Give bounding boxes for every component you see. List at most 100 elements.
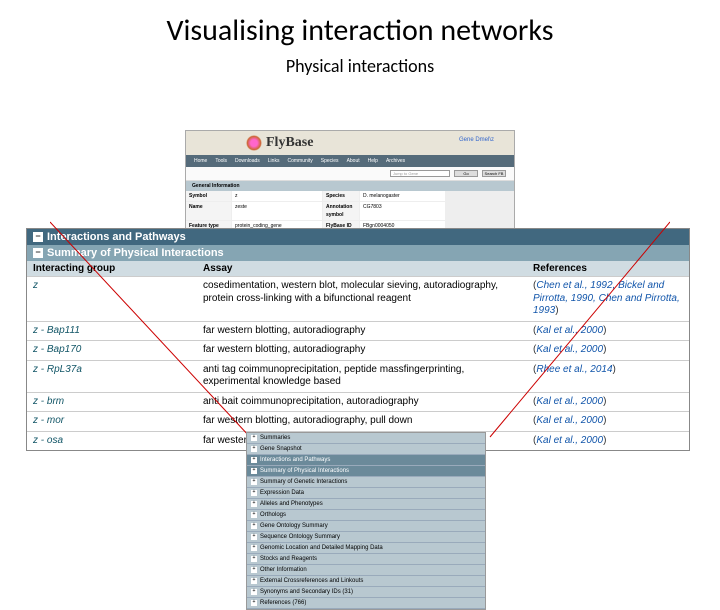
- section-physical-interactions[interactable]: − Summary of Physical Interactions: [27, 245, 689, 261]
- mini-section-row[interactable]: +Interactions and Pathways: [247, 455, 485, 466]
- mini-section-row[interactable]: +Orthologs: [247, 510, 485, 521]
- nav-item[interactable]: About: [347, 158, 360, 164]
- info-label: Species: [323, 191, 359, 201]
- cell-references[interactable]: (Chen et al., 1992, Bickel and Pirrotta,…: [527, 277, 689, 321]
- collapse-icon[interactable]: −: [33, 232, 43, 242]
- cell-group[interactable]: z - osa: [27, 432, 197, 451]
- table-row: z - brmanti bait coimmunoprecipitation, …: [27, 392, 689, 412]
- flybase-logo-icon: [246, 135, 262, 151]
- flybase-screenshot: FlyBase Gene Dmel\z Home Tools Downloads…: [185, 130, 515, 242]
- expand-icon[interactable]: +: [251, 457, 257, 463]
- cell-references[interactable]: (Kal et al., 2000): [527, 322, 689, 341]
- info-label: Name: [186, 202, 231, 220]
- flybase-header: FlyBase Gene Dmel\z: [186, 131, 514, 155]
- cell-assay: far western blotting, autoradiography, p…: [197, 412, 527, 431]
- cell-group[interactable]: z - mor: [27, 412, 197, 431]
- col-references: References: [527, 261, 689, 276]
- general-info-header: General Information: [186, 181, 514, 191]
- table-row: z - Bap111far western blotting, autoradi…: [27, 321, 689, 341]
- section-interactions-pathways[interactable]: − Interactions and Pathways: [27, 229, 689, 245]
- mini-section-row[interactable]: +Sequence Ontology Summary: [247, 532, 485, 543]
- expand-icon[interactable]: +: [251, 468, 257, 474]
- mini-section-row[interactable]: +External Crossreferences and Linkouts: [247, 576, 485, 587]
- cell-references[interactable]: (Kal et al., 2000): [527, 412, 689, 431]
- cell-assay: anti bait coimmunoprecipitation, autorad…: [197, 393, 527, 412]
- nav-item[interactable]: Species: [321, 158, 339, 164]
- nav-item[interactable]: Archives: [386, 158, 405, 164]
- info-label: Annotation symbol: [323, 202, 359, 220]
- mini-section-row[interactable]: +Summary of Physical Interactions: [247, 466, 485, 477]
- nav-item[interactable]: Downloads: [235, 158, 260, 164]
- info-label: Symbol: [186, 191, 231, 201]
- collapse-icon[interactable]: −: [33, 248, 43, 258]
- expand-icon[interactable]: +: [251, 600, 257, 606]
- cell-references[interactable]: (Kal et al., 2000): [527, 393, 689, 412]
- expand-icon[interactable]: +: [251, 534, 257, 540]
- mini-section-row[interactable]: +Summaries: [247, 433, 485, 444]
- flybase-logo-text: FlyBase: [266, 135, 313, 151]
- flybase-search-bar: Jump to Gene Go Search FB: [186, 167, 514, 181]
- nav-item[interactable]: Links: [268, 158, 280, 164]
- cell-group[interactable]: z - brm: [27, 393, 197, 412]
- mini-section-row[interactable]: +References (766): [247, 598, 485, 609]
- expand-icon[interactable]: +: [251, 556, 257, 562]
- mini-section-label: Other Information: [260, 566, 307, 574]
- mini-sections-list: +Summaries+Gene Snapshot+Interactions an…: [246, 432, 486, 610]
- jump-button[interactable]: Go: [454, 170, 478, 177]
- expand-icon[interactable]: +: [251, 545, 257, 551]
- cell-group[interactable]: z - RpL37a: [27, 361, 197, 392]
- mini-section-label: References (766): [260, 599, 306, 607]
- cell-group[interactable]: z - Bap111: [27, 322, 197, 341]
- mini-section-label: External Crossreferences and Linkouts: [260, 577, 363, 585]
- table-row: z - morfar western blotting, autoradiogr…: [27, 411, 689, 431]
- nav-item[interactable]: Community: [287, 158, 312, 164]
- expand-icon[interactable]: +: [251, 490, 257, 496]
- expand-icon[interactable]: +: [251, 567, 257, 573]
- table-row: z - Bap170far western blotting, autoradi…: [27, 340, 689, 360]
- slide-subtitle: Physical interactions: [0, 55, 720, 77]
- mini-section-row[interactable]: +Genomic Location and Detailed Mapping D…: [247, 543, 485, 554]
- mini-section-row[interactable]: +Expression Data: [247, 488, 485, 499]
- mini-section-row[interactable]: +Other Information: [247, 565, 485, 576]
- mini-section-row[interactable]: +Alleles and Phenotypes: [247, 499, 485, 510]
- table-header: Interacting group Assay References: [27, 261, 689, 276]
- nav-item[interactable]: Tools: [215, 158, 227, 164]
- table-row: zcosedimentation, western blot, molecula…: [27, 276, 689, 321]
- info-value: zeste: [232, 202, 322, 220]
- expand-icon[interactable]: +: [251, 435, 257, 441]
- cell-references[interactable]: (Kal et al., 2000): [527, 341, 689, 360]
- mini-section-row[interactable]: +Summary of Genetic Interactions: [247, 477, 485, 488]
- mini-section-label: Summaries: [260, 434, 290, 442]
- expand-icon[interactable]: +: [251, 578, 257, 584]
- mini-section-row[interactable]: +Synonyms and Secondary IDs (31): [247, 587, 485, 598]
- mini-section-row[interactable]: +Stocks and Reagents: [247, 554, 485, 565]
- mini-section-label: Stocks and Reagents: [260, 555, 317, 563]
- info-value: D. melanogaster: [360, 191, 445, 201]
- mini-section-row[interactable]: +Gene Ontology Summary: [247, 521, 485, 532]
- expand-icon[interactable]: +: [251, 501, 257, 507]
- mini-section-label: Expression Data: [260, 489, 304, 497]
- mini-section-label: Synonyms and Secondary IDs (31): [260, 588, 353, 596]
- mini-section-label: Summary of Genetic Interactions: [260, 478, 347, 486]
- search-button[interactable]: Search FB: [482, 170, 506, 177]
- cell-references[interactable]: (Rhee et al., 2014): [527, 361, 689, 392]
- section-label: Interactions and Pathways: [47, 231, 186, 243]
- mini-section-row[interactable]: +Gene Snapshot: [247, 444, 485, 455]
- nav-item[interactable]: Home: [194, 158, 207, 164]
- cell-group[interactable]: z - Bap170: [27, 341, 197, 360]
- mini-section-label: Gene Ontology Summary: [260, 522, 328, 530]
- expand-icon[interactable]: +: [251, 512, 257, 518]
- gene-breadcrumb: Gene Dmel\z: [459, 137, 494, 143]
- expand-icon[interactable]: +: [251, 523, 257, 529]
- mini-section-label: Alleles and Phenotypes: [260, 500, 323, 508]
- expand-icon[interactable]: +: [251, 446, 257, 452]
- expand-icon[interactable]: +: [251, 589, 257, 595]
- jump-input[interactable]: Jump to Gene: [390, 170, 450, 177]
- cell-assay: anti tag coimmunoprecipitation, peptide …: [197, 361, 527, 392]
- cell-group[interactable]: z: [27, 277, 197, 321]
- mini-section-label: Gene Snapshot: [260, 445, 302, 453]
- nav-item[interactable]: Help: [368, 158, 378, 164]
- expand-icon[interactable]: +: [251, 479, 257, 485]
- cell-assay: far western blotting, autoradiography: [197, 341, 527, 360]
- cell-references[interactable]: (Kal et al., 2000): [527, 432, 689, 451]
